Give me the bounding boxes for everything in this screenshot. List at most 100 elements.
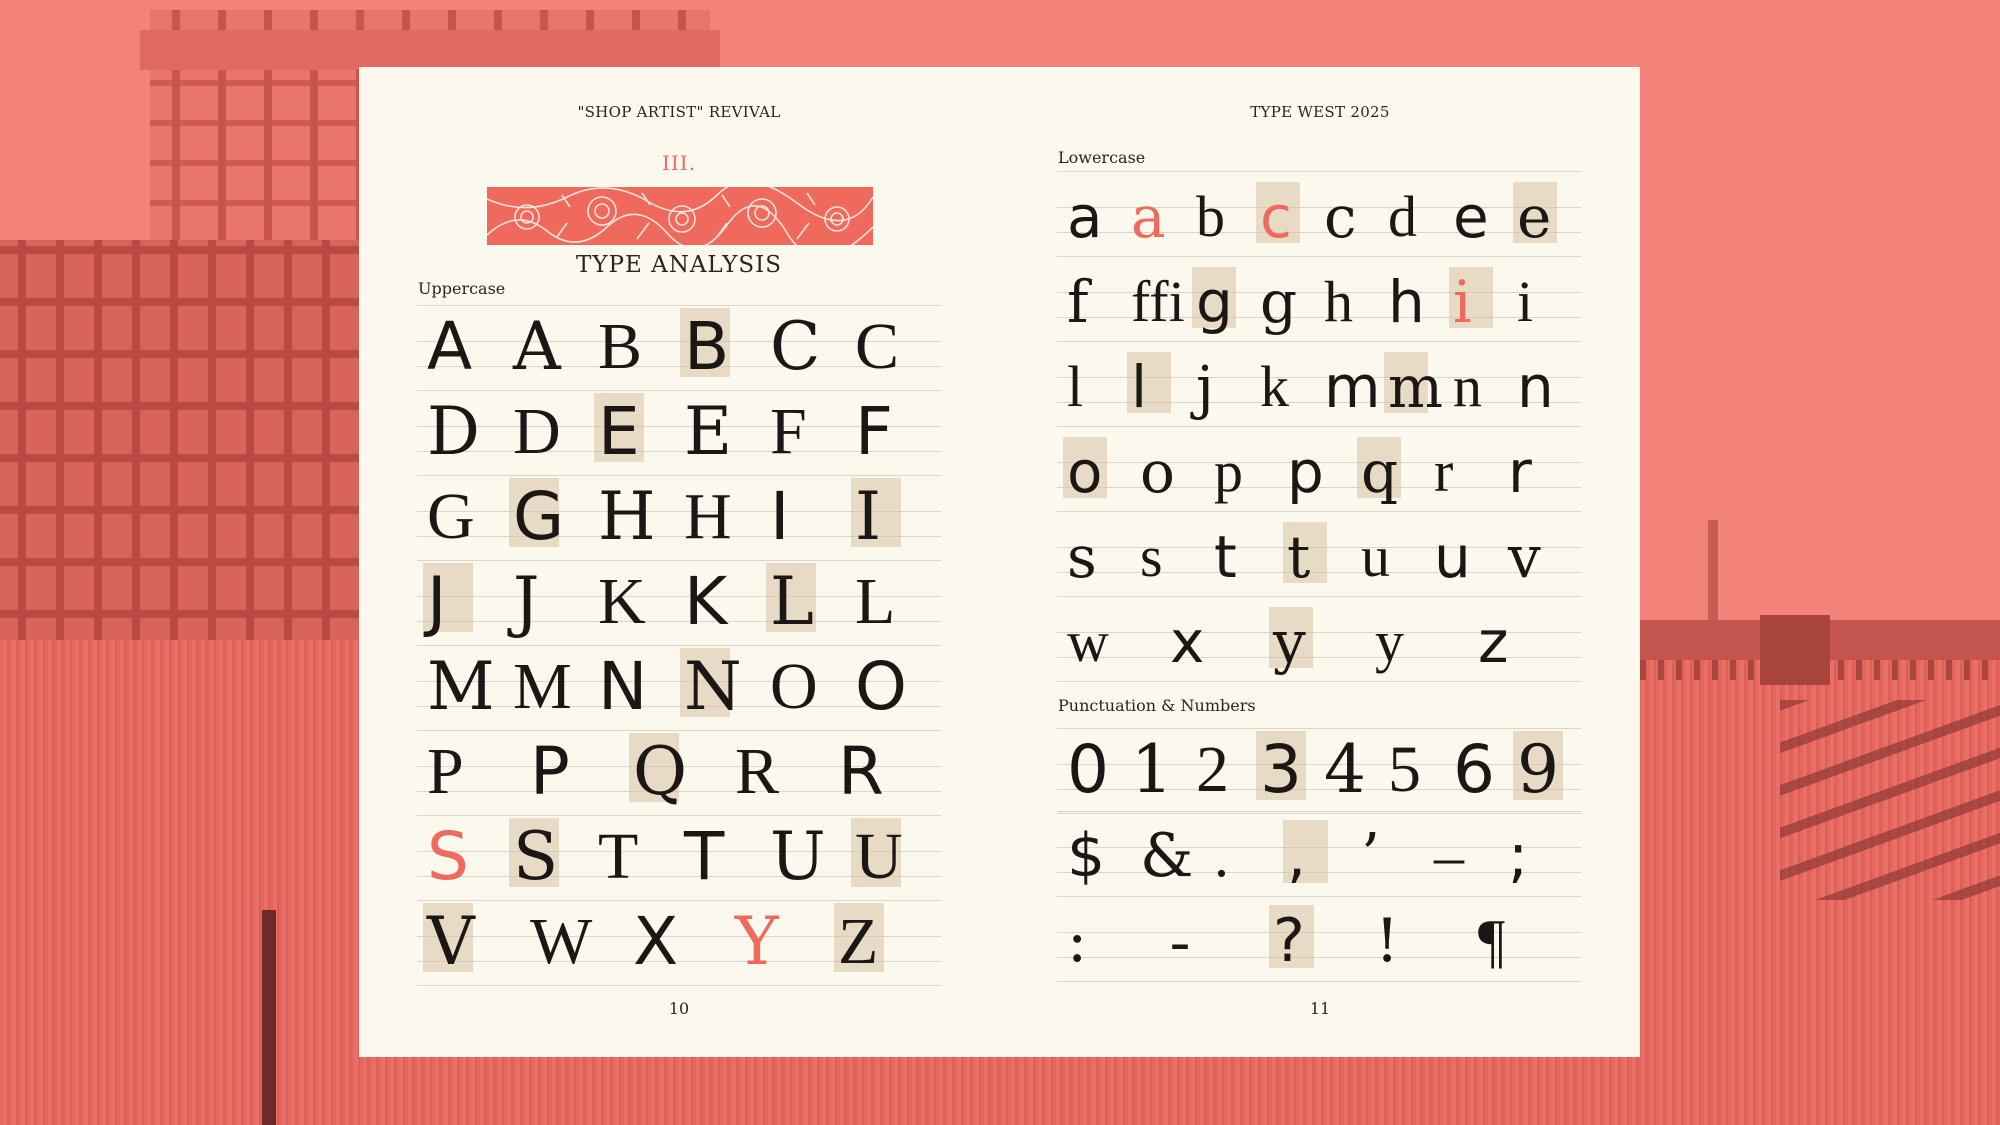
uppercase-glyph: F [855,399,893,465]
lowercase-glyph-char: r [1508,438,1532,506]
lowercase-glyph: s [1140,528,1163,586]
lowercase-glyph: i [1517,273,1533,331]
lowercase-glyph: d [1388,188,1417,246]
lowercase-glyph-char: s [1140,524,1163,589]
uppercase-row: GGHHII [417,475,941,561]
uppercase-label: Uppercase [418,279,506,298]
punctuation-glyph: $ [1067,826,1105,886]
lowercase-glyph-char: f [1067,268,1089,336]
lowercase-glyph-char: y [1273,608,1306,676]
numeral-glyph: 5 [1388,737,1421,803]
uppercase-row: PPQRR [417,730,941,816]
lowercase-glyph: x [1170,613,1204,671]
uppercase-row: DDEEFF [417,390,941,476]
lowercase-glyph: n [1453,358,1482,416]
numeral-glyph-char: 9 [1517,731,1559,808]
punctuation-glyph: ’ [1361,826,1380,886]
lowercase-glyph: t [1214,528,1237,586]
uppercase-glyph-char: S [427,818,469,895]
lowercase-glyph: z [1478,613,1508,671]
floral-ornament [487,187,873,245]
uppercase-glyph-char: C [770,308,821,385]
uppercase-glyph: S [427,824,469,890]
lowercase-row: ooppqrr [1057,426,1581,512]
uppercase-glyph-char: J [427,563,447,640]
uppercase-glyph: K [598,569,646,635]
lowercase-glyph-char: c [1324,183,1357,251]
uppercase-glyph-char: L [770,563,814,640]
lowercase-glyph-char: e [1517,183,1552,251]
uppercase-glyph: G [427,484,475,550]
uppercase-row: VWXYZ [417,900,941,986]
uppercase-glyph-char: U [770,818,826,895]
lowercase-glyph-char: v [1508,523,1541,591]
punctuation-glyph-char: & [1140,821,1194,891]
lowercase-glyph-char: m [1388,353,1443,421]
lowercase-glyph-char: l [1131,353,1148,421]
uppercase-row: AABBCC [417,305,941,391]
uppercase-glyph-char: T [684,818,725,895]
uppercase-glyph: P [427,739,464,805]
punctuation-glyph: , [1283,820,1328,886]
row-buildings [0,240,360,700]
lowercase-glyph-char: g [1260,268,1298,336]
uppercase-glyph-char: D [513,395,561,468]
lowercase-glyph: j [1196,358,1214,416]
punctuation-rows: $ &., ’ –;: -?! ¶ [1057,811,1581,982]
uppercase-glyph: M [513,654,572,720]
numeral-glyph-char: 2 [1196,733,1229,806]
uppercase-glyph-char: W [530,905,593,978]
lowercase-glyph: n [1517,358,1554,416]
uppercase-glyph-char: H [684,480,732,553]
uppercase-glyph: C [855,314,899,380]
page-number-left: 10 [668,999,690,1018]
lowercase-glyph-char: e [1453,183,1489,251]
lowercase-glyph-char: l [1067,354,1084,419]
punctuation-glyph-char: ! [1375,906,1400,976]
lowercase-glyph: b [1196,188,1225,246]
lowercase-glyph-char: i [1517,269,1534,334]
lowercase-glyph-char: p [1287,438,1324,506]
uppercase-glyph-char: C [855,310,900,383]
lowercase-glyph: k [1260,358,1289,416]
lowercase-glyph: l [1127,352,1171,416]
chapter-number: III. [661,151,697,175]
punctuation-glyph-char: ’ [1361,821,1381,891]
lowercase-glyph: l [1067,358,1083,416]
lowercase-glyph-char: t [1287,523,1311,591]
uppercase-glyph-char: F [770,395,807,468]
left-page: "SHOP ARTIST" REVIVAL III. TYPE ANALYSIS… [359,67,999,1057]
lowercase-glyph: y [1269,607,1313,671]
lowercase-glyph-char: w [1067,609,1109,674]
lowercase-glyph: q [1357,437,1401,501]
lowercase-glyph: ffi [1131,273,1185,331]
lowercase-glyph: i [1449,267,1493,331]
numeral-glyph: 2 [1196,737,1229,803]
uppercase-glyph-char: P [530,733,570,810]
punctuation-glyph-char: – [1434,823,1464,889]
numeral-glyph: 0 [1067,737,1109,803]
lowercase-glyph-char: ffi [1131,269,1185,334]
booklet-spread: "SHOP ARTIST" REVIVAL III. TYPE ANALYSIS… [359,67,1640,1057]
lowercase-glyph: e [1453,188,1489,246]
uppercase-glyph: I [770,484,789,550]
uppercase-glyph: C [770,314,821,380]
lowercase-glyph-char: h [1324,269,1353,334]
uppercase-row: JJKKLL [417,560,941,646]
uppercase-glyph-char: Q [633,733,688,810]
uppercase-glyph-char: A [427,308,473,385]
lowercase-glyph-char: z [1478,608,1509,676]
lowercase-glyph-char: y [1375,609,1404,674]
punctuation-glyph: – [1434,826,1464,886]
numeral-glyph: 1 [1131,737,1173,803]
punctuation-glyph: ¶ [1478,911,1505,971]
lowercase-glyph-char: n [1517,353,1554,421]
lowercase-glyph-char: b [1196,184,1225,249]
lowercase-glyph-char: p [1214,439,1243,504]
uppercase-glyph: B [680,308,730,380]
lowercase-glyph: e [1513,182,1557,246]
uppercase-glyph-char: J [513,563,540,640]
uppercase-glyph-char: M [427,648,495,725]
uppercase-specimen-grid: AABBCCDDEEFFGGHHIIJJKKLLMMNNOOPPQRRSSTTU… [417,305,941,986]
numeral-glyph-char: 0 [1067,731,1109,808]
